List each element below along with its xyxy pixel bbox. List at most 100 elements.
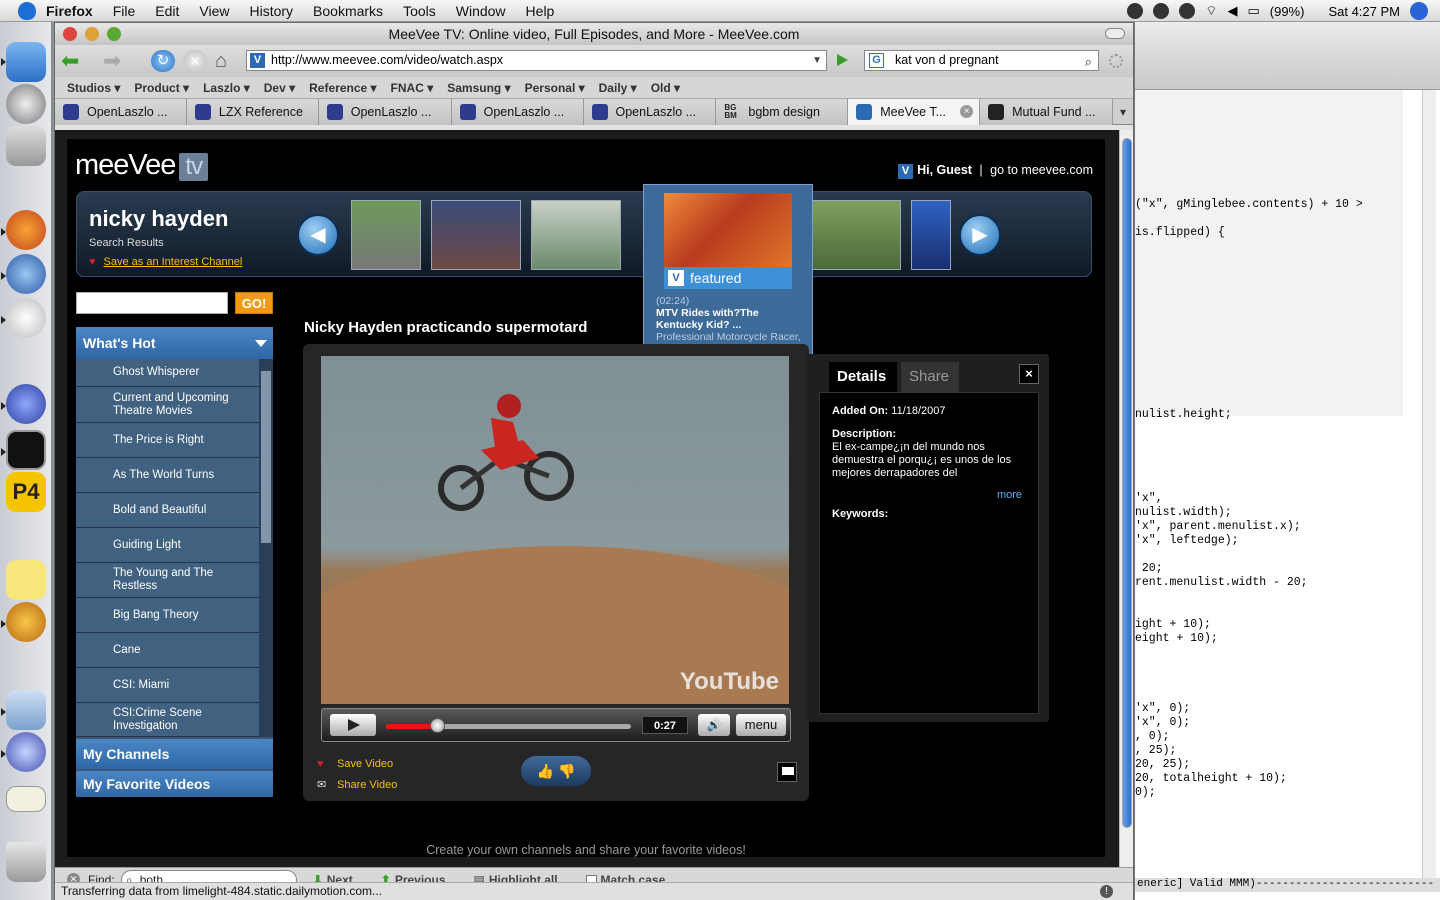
search-icon[interactable]: ⌕ bbox=[1085, 52, 1092, 71]
save-interest-channel-link[interactable]: ♥ Save as an Interest Channel bbox=[89, 256, 242, 268]
firefox-icon[interactable] bbox=[6, 210, 46, 250]
back-button[interactable]: ⬅ bbox=[61, 50, 85, 72]
bookmark-folder-studios[interactable]: Studios ▾ bbox=[67, 81, 120, 95]
share-video-link[interactable]: ✉ Share Video bbox=[317, 778, 397, 791]
dashboard-icon[interactable] bbox=[6, 732, 46, 772]
terminal-icon[interactable] bbox=[6, 430, 46, 470]
battery-icon[interactable]: ▭ bbox=[1247, 3, 1259, 19]
clock[interactable]: Sat 4:27 PM bbox=[1328, 4, 1400, 19]
toolbar-toggle-button[interactable] bbox=[1105, 28, 1125, 39]
menu-file[interactable]: File bbox=[113, 3, 136, 19]
tab-details[interactable]: Details bbox=[829, 362, 897, 392]
carousel-prev-button[interactable]: ◀ bbox=[297, 214, 339, 256]
tab-share[interactable]: Share bbox=[901, 362, 959, 392]
tab-bgbm-design[interactable]: BG BM bgbm design bbox=[716, 99, 849, 125]
bookmark-folder-daily[interactable]: Daily ▾ bbox=[599, 81, 637, 95]
system-preferences-icon[interactable] bbox=[6, 126, 46, 166]
list-item[interactable]: Current and Upcoming Theatre Movies bbox=[76, 387, 259, 423]
adium-icon[interactable] bbox=[6, 298, 46, 338]
bookmark-folder-old[interactable]: Old ▾ bbox=[651, 81, 680, 95]
home-icon[interactable]: ⌂ bbox=[215, 50, 239, 72]
video-thumbnail[interactable] bbox=[351, 200, 421, 270]
list-item[interactable]: Big Bang Theory bbox=[76, 598, 259, 633]
list-item[interactable]: The Price is Right bbox=[76, 423, 259, 458]
editor-scrollbar[interactable] bbox=[1422, 90, 1436, 890]
close-window-button[interactable] bbox=[63, 27, 77, 41]
player-menu-button[interactable]: menu bbox=[736, 714, 786, 736]
sidebar-scrollbar[interactable] bbox=[259, 359, 273, 737]
video-thumbnail[interactable] bbox=[911, 200, 951, 270]
bookmark-folder-laszlo[interactable]: Laszlo ▾ bbox=[203, 81, 250, 95]
goto-meevee-link[interactable]: go to meevee.com bbox=[990, 163, 1093, 177]
forward-button[interactable]: ➡ bbox=[103, 50, 127, 72]
volume-icon[interactable]: ◀ bbox=[1227, 3, 1237, 19]
minimize-window-button[interactable] bbox=[85, 27, 99, 41]
p4-icon[interactable]: P4 bbox=[6, 472, 46, 512]
menu-edit[interactable]: Edit bbox=[155, 3, 179, 19]
finder-icon[interactable] bbox=[6, 42, 46, 82]
list-item[interactable]: Guiding Light bbox=[76, 528, 259, 563]
flex-builder-icon[interactable] bbox=[6, 602, 46, 642]
tab-meevee[interactable]: MeeVee T... × bbox=[848, 99, 981, 125]
meevee-logo[interactable]: meeVee tv bbox=[75, 149, 209, 182]
bookmark-folder-samsung[interactable]: Samsung ▾ bbox=[447, 81, 510, 95]
spotlight-icon[interactable] bbox=[1410, 2, 1428, 20]
bookmark-folder-product[interactable]: Product ▾ bbox=[134, 81, 189, 95]
menu-tools[interactable]: Tools bbox=[403, 3, 436, 19]
trash-icon[interactable] bbox=[6, 842, 46, 882]
video-thumbnail[interactable] bbox=[531, 200, 621, 270]
menu-firefox[interactable]: Firefox bbox=[46, 3, 93, 19]
iphoto-icon[interactable] bbox=[6, 690, 46, 730]
my-favorite-videos-header[interactable]: My Favorite Videos bbox=[76, 771, 273, 797]
list-item[interactable]: As The World Turns bbox=[76, 458, 259, 493]
bookmark-folder-personal[interactable]: Personal ▾ bbox=[525, 81, 585, 95]
document-icon[interactable] bbox=[6, 786, 46, 812]
reload-icon[interactable]: ↻ bbox=[151, 50, 175, 72]
featured-video-card[interactable]: Vfeatured (02:24) MTV Rides with?The Ken… bbox=[643, 184, 813, 362]
clock-icon[interactable] bbox=[6, 84, 46, 124]
thumbs-up-icon[interactable]: 👍 bbox=[537, 763, 554, 779]
video-frame[interactable]: YouTube bbox=[321, 356, 789, 704]
close-tab-icon[interactable]: × bbox=[960, 105, 974, 118]
site-search-go-button[interactable]: GO! bbox=[235, 292, 273, 314]
tab-openlaszlo-3[interactable]: OpenLaszlo ... bbox=[451, 99, 584, 125]
bookmark-folder-dev[interactable]: Dev ▾ bbox=[264, 81, 295, 95]
video-thumbnail[interactable] bbox=[431, 200, 521, 270]
stickies-icon[interactable] bbox=[6, 560, 46, 600]
zoom-window-button[interactable] bbox=[107, 27, 121, 41]
list-item[interactable]: The Young and The Restless bbox=[76, 563, 259, 598]
tab-mutual-fund[interactable]: Mutual Fund ... bbox=[980, 99, 1113, 125]
bookmark-folder-reference[interactable]: Reference ▾ bbox=[309, 81, 376, 95]
my-channels-header[interactable]: My Channels bbox=[76, 739, 273, 769]
more-link[interactable]: more bbox=[997, 489, 1022, 502]
google-engine-icon[interactable]: G bbox=[869, 53, 884, 68]
url-bar[interactable]: V http://www.meevee.com/video/watch.aspx… bbox=[246, 50, 827, 71]
site-search-input[interactable] bbox=[76, 292, 228, 314]
apple-menu-icon[interactable] bbox=[18, 1, 36, 20]
menu-view[interactable]: View bbox=[199, 3, 229, 19]
list-item[interactable]: Ghost Whisperer bbox=[76, 359, 259, 387]
menu-help[interactable]: Help bbox=[526, 3, 555, 19]
list-item[interactable]: Bold and Beautiful bbox=[76, 493, 259, 528]
whats-hot-header[interactable]: What's Hot bbox=[76, 327, 273, 359]
save-video-link[interactable]: ♥ Save Video bbox=[317, 758, 393, 770]
video-thumbnail[interactable] bbox=[811, 200, 901, 270]
tab-openlaszlo-1[interactable]: OpenLaszlo ... bbox=[55, 99, 187, 125]
search-input[interactable]: kat von d pregnant bbox=[895, 53, 999, 67]
thunderbird-icon[interactable] bbox=[6, 254, 46, 294]
tab-openlaszlo-2[interactable]: OpenLaszlo ... bbox=[318, 99, 452, 125]
thumbs-down-icon[interactable]: 👎 bbox=[558, 763, 575, 779]
url-dropdown-icon[interactable]: ▼ bbox=[812, 51, 822, 70]
volume-icon[interactable]: 🔊 bbox=[698, 714, 730, 736]
info-icon[interactable]: ! bbox=[1100, 885, 1113, 898]
list-item[interactable]: Cane bbox=[76, 633, 259, 668]
bookmark-folder-fnac[interactable]: FNAC ▾ bbox=[391, 81, 434, 95]
tab-list-icon[interactable]: ▾ bbox=[1113, 99, 1133, 124]
popout-player-icon[interactable] bbox=[777, 762, 797, 782]
search-bar[interactable]: G kat von d pregnant ⌕ bbox=[864, 50, 1099, 71]
menu-bookmarks[interactable]: Bookmarks bbox=[313, 3, 383, 19]
tab-openlaszlo-4[interactable]: OpenLaszlo ... bbox=[583, 99, 717, 125]
carousel-next-button[interactable]: ▶ bbox=[959, 214, 1001, 256]
progress-handle[interactable] bbox=[430, 718, 446, 733]
sidebar-scroll-thumb[interactable] bbox=[261, 371, 271, 543]
